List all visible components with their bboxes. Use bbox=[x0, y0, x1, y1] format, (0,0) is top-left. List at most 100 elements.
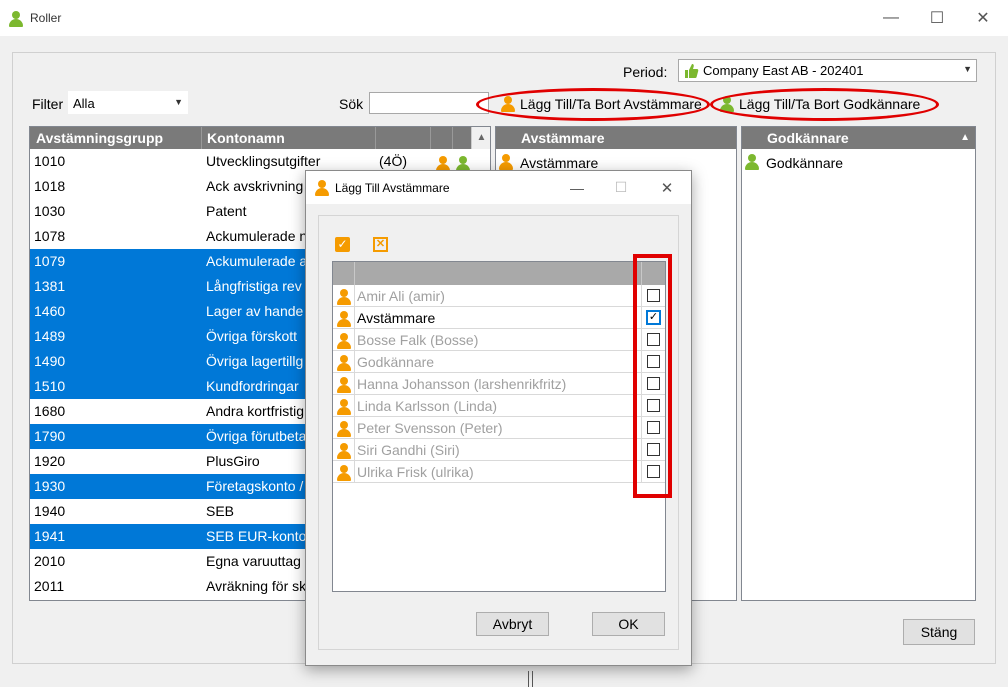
filter-value: Alla bbox=[73, 96, 95, 111]
app-icon bbox=[8, 10, 24, 28]
user-icon bbox=[336, 420, 352, 438]
account-name-cell: SEB EUR-konto bbox=[206, 528, 307, 544]
select-all-icon[interactable]: ✓ bbox=[335, 237, 350, 252]
approvers-panel: Godkännare ▲ Godkännare bbox=[741, 126, 976, 601]
minimize-icon[interactable]: — bbox=[868, 0, 914, 36]
thumbs-up-icon bbox=[683, 63, 699, 82]
group-cell: 1381 bbox=[34, 278, 66, 294]
list-item[interactable]: Avstämmare bbox=[498, 153, 598, 171]
user-list: Amir Ali (amir) Avstämmare ✓ Bosse Falk (Bo… bbox=[332, 261, 666, 592]
close-button[interactable]: Stäng bbox=[903, 619, 975, 645]
filter-label: Filter bbox=[32, 96, 64, 112]
user-icon bbox=[336, 288, 352, 306]
user-list-body: Amir Ali (amir) Avstämmare ✓ Bosse Falk (Bo… bbox=[333, 285, 665, 585]
user-group-icon bbox=[336, 354, 352, 372]
group-cell: 1490 bbox=[34, 353, 66, 369]
account-name-cell: Övriga förskott bbox=[206, 328, 298, 344]
account-name-cell: Långfristiga rev bbox=[206, 278, 302, 294]
dialog-title: Lägg Till Avstämmare bbox=[335, 181, 450, 195]
search-label: Sök bbox=[339, 96, 364, 112]
dialog-title-bar: Lägg Till Avstämmare — ☐ ✕ bbox=[306, 171, 691, 204]
approver-item-label: Godkännare bbox=[766, 155, 844, 171]
approvers-header: Godkännare bbox=[767, 130, 849, 146]
group-cell: 1790 bbox=[34, 428, 66, 444]
group-cell: 1680 bbox=[34, 403, 66, 419]
list-item[interactable]: Godkännare bbox=[744, 153, 843, 171]
highlight-ellipse bbox=[710, 88, 939, 121]
account-name-cell: Lager av hande bbox=[206, 303, 304, 319]
group-cell: 2010 bbox=[34, 553, 66, 569]
group-cell: 2011 bbox=[34, 578, 65, 594]
user-list-header bbox=[333, 262, 665, 285]
user-icon bbox=[336, 332, 352, 350]
account-name-cell: Ack avskrivning bbox=[206, 178, 304, 194]
user-group-icon bbox=[314, 179, 330, 197]
group-cell: 1018 bbox=[34, 178, 66, 194]
reconciler-item-label: Avstämmare bbox=[520, 155, 599, 171]
user-name: Hanna Johansson (larshenrikfritz) bbox=[357, 376, 567, 392]
user-name: Amir Ali (amir) bbox=[357, 288, 445, 304]
account-name-cell: Egna varuuttag bbox=[206, 553, 301, 569]
list-item[interactable]: Bosse Falk (Bosse) bbox=[333, 329, 665, 351]
account-name-cell: Kundfordringar bbox=[206, 378, 299, 394]
list-item[interactable]: Ulrika Frisk (ulrika) bbox=[333, 461, 665, 483]
account-name-cell: PlusGiro bbox=[206, 453, 260, 469]
period-label: Period: bbox=[623, 64, 668, 80]
account-name-cell: Avräkning för sk bbox=[206, 578, 307, 594]
user-icon bbox=[336, 376, 352, 394]
close-icon[interactable]: ✕ bbox=[644, 171, 690, 204]
account-name-cell: Företagskonto / bbox=[206, 478, 304, 494]
account-name-cell: Övriga lagertillg bbox=[206, 353, 304, 369]
window-title: Roller bbox=[30, 11, 62, 25]
list-item[interactable]: Peter Svensson (Peter) bbox=[333, 417, 665, 439]
user-name: Linda Karlsson (Linda) bbox=[357, 398, 498, 414]
extra-cell: (4Ö) bbox=[379, 153, 407, 169]
group-cell: 1510 bbox=[34, 378, 66, 394]
list-item[interactable]: Hanna Johansson (larshenrikfritz) bbox=[333, 373, 665, 395]
account-name-cell: Andra kortfristig bbox=[206, 403, 305, 419]
highlight-ellipse bbox=[476, 88, 710, 121]
chevron-down-icon: ▼ bbox=[963, 64, 972, 74]
column-header-account-name[interactable]: Kontonamn bbox=[207, 130, 285, 146]
cancel-button[interactable]: Avbryt bbox=[476, 612, 549, 636]
filter-select[interactable]: Alla ▼ bbox=[68, 91, 188, 114]
maximize-icon[interactable]: ☐ bbox=[598, 171, 644, 204]
list-item[interactable]: Godkännare bbox=[333, 351, 665, 373]
account-name-cell: Utvecklingsutgifter bbox=[206, 153, 321, 169]
list-item[interactable]: Amir Ali (amir) bbox=[333, 285, 665, 307]
user-icon bbox=[336, 398, 352, 416]
sort-asc-icon[interactable]: ▲ bbox=[960, 132, 970, 143]
user-group-icon bbox=[336, 310, 352, 328]
search-input[interactable] bbox=[369, 92, 489, 114]
deselect-all-icon[interactable]: ✕ bbox=[373, 237, 388, 252]
period-select[interactable]: Company East AB - 202401 ▼ bbox=[678, 59, 977, 82]
maximize-icon[interactable]: ☐ bbox=[914, 0, 960, 36]
user-group-icon bbox=[744, 153, 760, 171]
list-item[interactable]: Avstämmare ✓ bbox=[333, 307, 665, 329]
splitter-handle[interactable] bbox=[528, 671, 533, 687]
chevron-down-icon: ▼ bbox=[174, 97, 183, 107]
group-cell: 1930 bbox=[34, 478, 66, 494]
column-header-group[interactable]: Avstämningsgrupp bbox=[36, 130, 163, 146]
user-icon bbox=[336, 442, 352, 460]
account-name-cell: Övriga förutbeta bbox=[206, 428, 307, 444]
list-item[interactable]: Siri Gandhi (Siri) bbox=[333, 439, 665, 461]
ok-button[interactable]: OK bbox=[592, 612, 665, 636]
group-cell: 1030 bbox=[34, 203, 66, 219]
close-icon[interactable]: ✕ bbox=[960, 0, 1006, 36]
user-group-icon bbox=[498, 153, 514, 171]
group-cell: 1078 bbox=[34, 228, 66, 244]
account-name-cell: Ackumulerade a bbox=[206, 253, 308, 269]
user-name: Peter Svensson (Peter) bbox=[357, 420, 503, 436]
minimize-icon[interactable]: — bbox=[554, 171, 600, 204]
table-header: Avstämningsgrupp Kontonamn ▲ bbox=[30, 127, 490, 149]
user-name: Godkännare bbox=[357, 354, 435, 370]
group-cell: 1941 bbox=[34, 528, 66, 544]
list-item[interactable]: Linda Karlsson (Linda) bbox=[333, 395, 665, 417]
group-cell: 1460 bbox=[34, 303, 66, 319]
group-cell: 1489 bbox=[34, 328, 66, 344]
reconcilers-header: Avstämmare bbox=[521, 130, 605, 146]
scroll-up-arrow-icon[interactable]: ▲ bbox=[471, 127, 490, 149]
user-name: Ulrika Frisk (ulrika) bbox=[357, 464, 474, 480]
account-name-cell: Patent bbox=[206, 203, 247, 219]
